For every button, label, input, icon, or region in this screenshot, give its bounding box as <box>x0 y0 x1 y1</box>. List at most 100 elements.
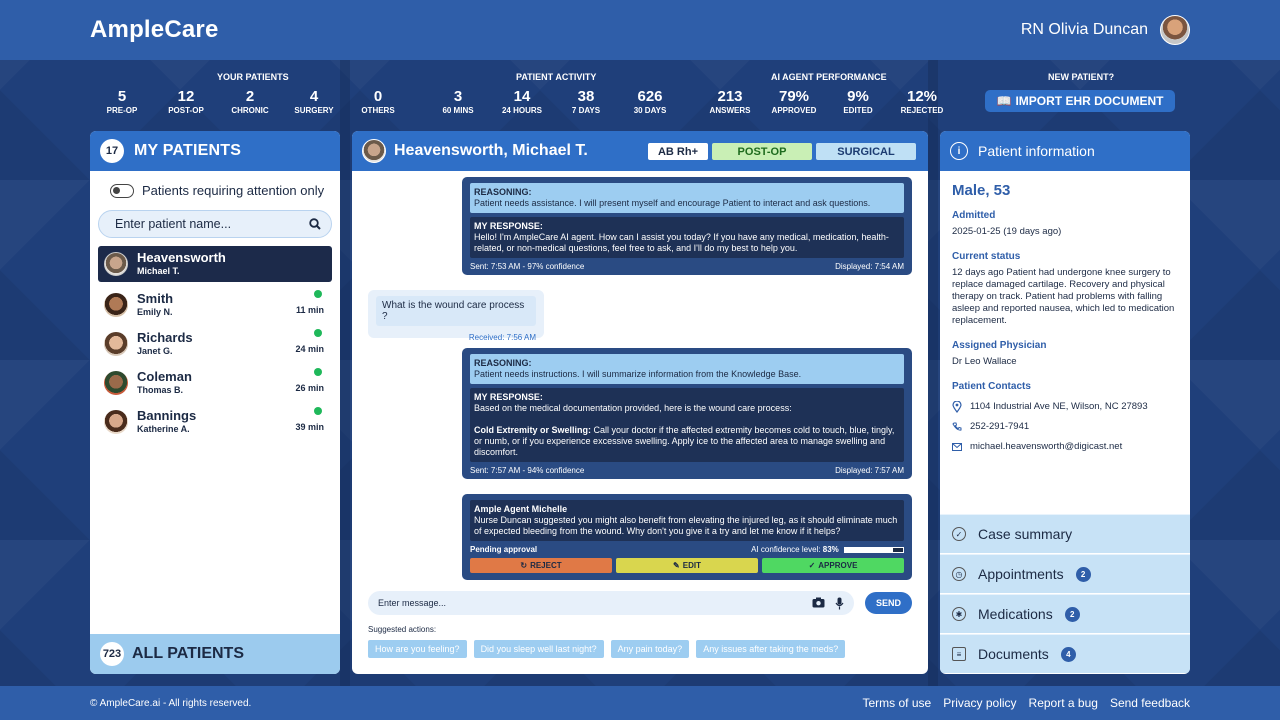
response-bold-text: Cold Extremity or Swelling: <box>474 425 592 435</box>
privacy-link[interactable]: Privacy policy <box>943 696 1016 710</box>
confidence-label: AI confidence level: <box>751 545 821 554</box>
column-divider <box>340 60 350 686</box>
check-circle-icon: ✓ <box>952 527 966 541</box>
email-icon <box>952 443 962 451</box>
edit-button[interactable]: ✎ EDIT <box>616 558 758 573</box>
suggested-actions: How are you feeling? Did you sleep well … <box>368 640 846 658</box>
message-input[interactable]: Enter message... <box>368 591 854 615</box>
approve-button[interactable]: ✓ APPROVE <box>762 558 904 573</box>
confidence-bar-fill <box>845 547 894 552</box>
online-status-dot <box>314 290 322 298</box>
patient-name: Smith <box>137 290 174 306</box>
physician-label: Assigned Physician <box>952 340 1047 351</box>
edit-icon: ✎ <box>673 561 680 570</box>
my-patients-count: 17 <box>100 139 124 163</box>
stat-value: 0 <box>373 88 383 105</box>
case-summary-label: Case summary <box>978 526 1073 542</box>
response-box: MY RESPONSE: Hello! I'm AmpleCare AI age… <box>470 217 904 258</box>
patient-item-heavensworth[interactable]: Heavensworth Michael T. <box>98 246 332 282</box>
received-time: Received: 7:56 AM <box>468 333 536 342</box>
edit-label: EDIT <box>682 561 701 570</box>
patient-name: Heavensworth <box>137 250 226 265</box>
patient-avatar <box>104 292 128 317</box>
documents-item[interactable]: ≡ Documents 4 <box>940 634 1190 673</box>
camera-icon[interactable] <box>812 597 825 608</box>
suggested-actions-label: Suggested actions: <box>368 625 437 634</box>
stat-value: 38 <box>577 88 595 105</box>
patient-item-bannings[interactable]: Bannings Katherine A. 39 min <box>98 402 332 441</box>
agent-message-box[interactable]: Ample Agent Michelle Nurse Duncan sugges… <box>470 500 904 541</box>
suggested-action-chip[interactable]: Any issues after taking the meds? <box>696 640 846 658</box>
user-name: RN Olivia Duncan <box>1020 21 1148 38</box>
all-patients-button[interactable]: 723 ALL PATIENTS <box>90 634 340 674</box>
stat-label: ANSWERS <box>709 106 751 115</box>
search-icon[interactable] <box>309 218 321 230</box>
online-status-dot <box>314 329 322 337</box>
patient-name: Bannings <box>137 407 197 423</box>
email-text[interactable]: michael.heavensworth@digicast.net <box>970 441 1122 453</box>
stat-value: 4 <box>309 88 319 105</box>
user-avatar[interactable] <box>1160 15 1190 45</box>
online-status-dot <box>314 368 322 376</box>
type-badge: SURGICAL <box>816 143 916 160</box>
phase-badge: POST-OP <box>712 143 812 160</box>
book-icon: 📖 <box>996 94 1012 108</box>
suggested-action-chip[interactable]: How are you feeling? <box>368 640 467 658</box>
copyright: © AmpleCare.ai - All rights reserved. <box>90 697 252 709</box>
patient-list: Heavensworth Michael T. Smith Emily N. 1… <box>90 246 340 441</box>
patient-item-smith[interactable]: Smith Emily N. 11 min <box>98 285 332 324</box>
user-menu[interactable]: RN Olivia Duncan <box>1021 15 1190 45</box>
appointments-item[interactable]: ◷ Appointments 2 <box>940 554 1190 593</box>
patient-item-coleman[interactable]: Coleman Thomas B. 26 min <box>98 363 332 402</box>
stat-label: POST-OP <box>168 106 204 115</box>
physician-value: Dr Leo Wallace <box>952 356 1017 367</box>
stat-label: 24 HOURS <box>501 106 542 115</box>
stat-value: 12% <box>906 88 938 105</box>
top-bar: AmpleCare RN Olivia Duncan <box>0 0 1280 60</box>
chat-panel: Heavensworth, Michael T. AB Rh+ POST-OP … <box>352 131 928 674</box>
all-patients-count: 723 <box>100 642 124 666</box>
my-patients-header: 17 MY PATIENTS <box>90 131 340 171</box>
stats-title: NEW PATIENT? <box>1048 72 1115 82</box>
patient-item-richards[interactable]: Richards Janet G. 24 min <box>98 324 332 363</box>
case-summary-item[interactable]: ✓ Case summary <box>940 514 1190 553</box>
phone-text[interactable]: 252-291-7941 <box>970 421 1029 433</box>
refresh-icon: ↻ <box>520 561 528 570</box>
attention-toggle[interactable] <box>110 183 134 198</box>
info-icon: i <box>950 142 968 160</box>
my-patients-title: MY PATIENTS <box>134 142 242 159</box>
response-label: MY RESPONSE: <box>474 221 543 231</box>
patient-sex-age: Male, 53 <box>952 182 1011 199</box>
response-text: Based on the medical documentation provi… <box>474 403 792 413</box>
import-ehr-label: IMPORT EHR DOCUMENT <box>1015 94 1164 108</box>
attention-toggle-label: Patients requiring attention only <box>142 183 325 198</box>
microphone-icon[interactable] <box>835 597 844 610</box>
patient-search-placeholder: Enter patient name... <box>115 217 232 231</box>
stat-label: PRE-OP <box>106 106 138 115</box>
report-bug-link[interactable]: Report a bug <box>1029 696 1098 710</box>
address-text: 1104 Industrial Ave NE, Wilson, NC 27893 <box>970 401 1148 412</box>
feedback-link[interactable]: Send feedback <box>1110 696 1190 710</box>
displayed-time: Displayed: 7:54 AM <box>835 262 904 271</box>
agent-name: Ample Agent Michelle <box>474 504 568 514</box>
chat-header: Heavensworth, Michael T. AB Rh+ POST-OP … <box>352 131 928 171</box>
brand-logo[interactable]: AmpleCare <box>90 16 219 44</box>
suggested-action-chip[interactable]: Did you sleep well last night? <box>473 640 604 658</box>
online-status-dot <box>314 407 322 415</box>
medications-label: Medications <box>978 606 1053 622</box>
patient-name: Coleman <box>137 368 192 384</box>
reject-button[interactable]: ↻ REJECT <box>470 558 612 573</box>
stats-bar: YOUR PATIENTS 5 PRE-OP 12 POST-OP 2 CHRONIC… <box>90 70 1190 118</box>
send-button[interactable]: SEND <box>865 592 912 614</box>
terms-link[interactable]: Terms of use <box>862 696 931 710</box>
patient-info-header: i Patient information <box>940 131 1190 171</box>
response-label: MY RESPONSE: <box>474 392 543 402</box>
patient-info-panel: i Patient information Male, 53 Admitted … <box>940 131 1190 674</box>
import-ehr-button[interactable]: 📖 IMPORT EHR DOCUMENT <box>985 90 1175 112</box>
chat-patient-name: Heavensworth, Michael T. <box>394 142 588 159</box>
stats-title: YOUR PATIENTS <box>217 72 289 82</box>
medications-item[interactable]: ✱ Medications 2 <box>940 594 1190 633</box>
pill-icon: ✱ <box>952 607 966 621</box>
suggested-action-chip[interactable]: Any pain today? <box>610 640 690 658</box>
patient-search-input[interactable]: Enter patient name... <box>98 210 332 238</box>
